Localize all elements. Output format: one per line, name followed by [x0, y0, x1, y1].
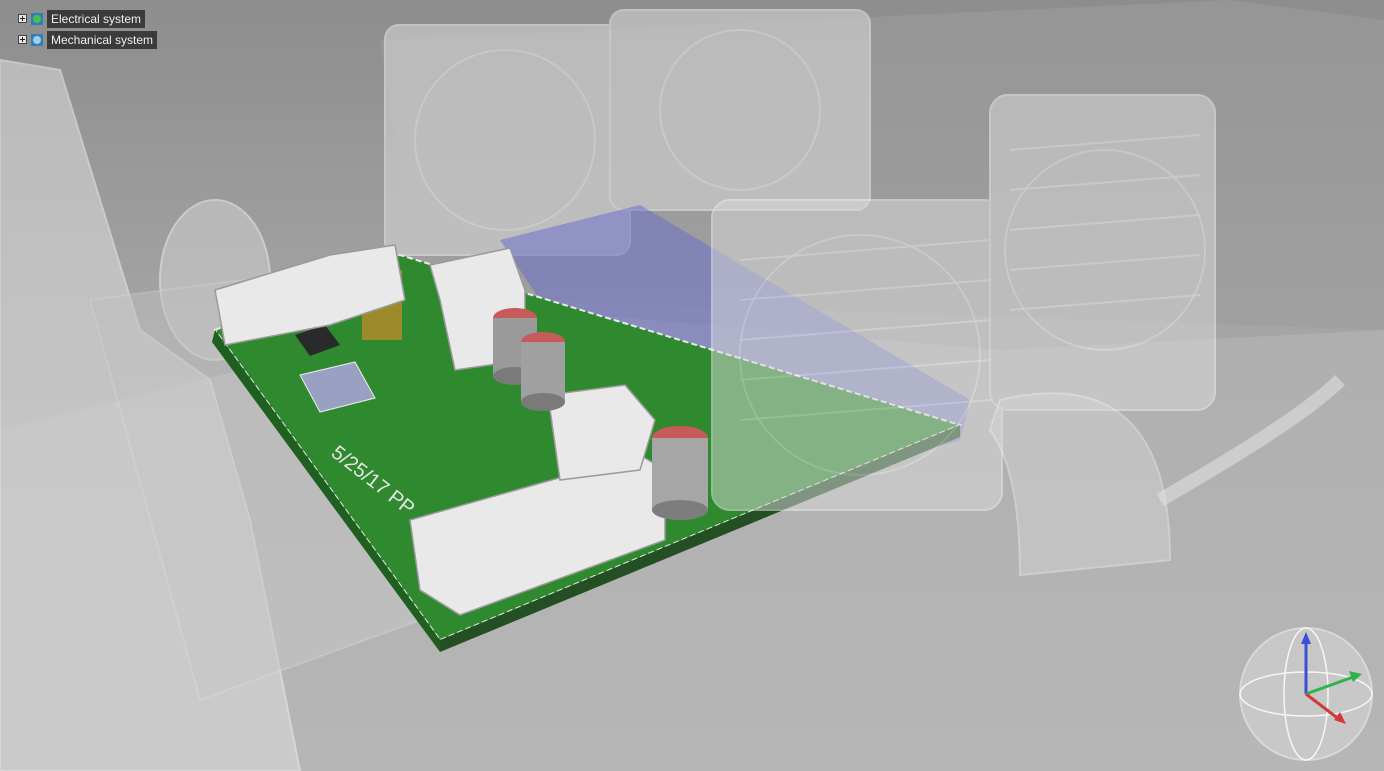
tree-item-label[interactable]: Electrical system	[47, 9, 146, 28]
electrical-system-icon	[31, 12, 43, 25]
model-tree: Electrical system Mechanical system	[18, 8, 158, 50]
expand-icon[interactable]	[18, 35, 27, 44]
orientation-triad[interactable]	[1236, 624, 1376, 764]
3d-viewport[interactable]: 5/25/17 PP Electrical system Mechanical …	[0, 0, 1384, 771]
mechanical-system-icon	[31, 33, 43, 46]
expand-icon[interactable]	[18, 14, 27, 23]
tree-item-electrical-system[interactable]: Electrical system	[18, 8, 157, 29]
3d-assembly-scene: 5/25/17 PP	[0, 0, 1384, 771]
tree-item-label[interactable]: Mechanical system	[47, 30, 158, 49]
tree-item-mechanical-system[interactable]: Mechanical system	[18, 29, 158, 50]
